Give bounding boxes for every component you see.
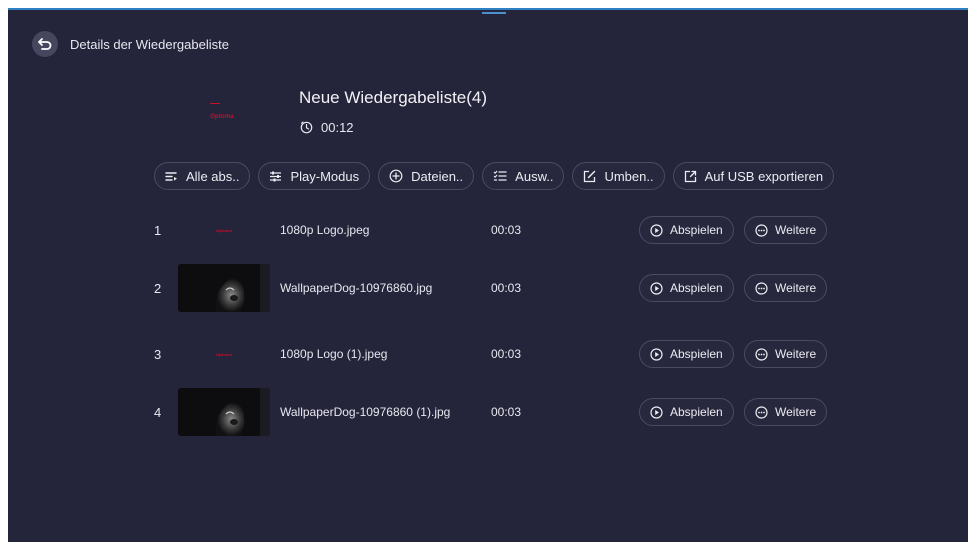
back-button[interactable] bbox=[32, 31, 58, 57]
more-circle-icon bbox=[755, 405, 768, 419]
export-icon bbox=[684, 170, 696, 182]
item-index: 3 bbox=[154, 347, 162, 362]
item-filename: WallpaperDog-10976860 (1).jpg bbox=[280, 405, 451, 419]
playlist-item[interactable]: 3 Optoma 1080p Logo (1).jpeg 00:03 Abspi… bbox=[8, 330, 968, 378]
item-index: 4 bbox=[154, 405, 162, 420]
top-indicator bbox=[482, 12, 506, 14]
play-circle-icon bbox=[650, 347, 663, 361]
playlist-thumbnail: Optoma bbox=[178, 90, 266, 136]
item-index: 2 bbox=[154, 281, 162, 296]
play-button[interactable]: Abspielen bbox=[639, 274, 734, 302]
more-button[interactable]: Weitere bbox=[744, 398, 828, 426]
item-duration: 00:03 bbox=[491, 223, 522, 237]
playlist-item[interactable]: 2 WallpaperDog-10976860.jpg 00:03 Abspie… bbox=[8, 264, 968, 312]
item-duration: 00:03 bbox=[491, 347, 522, 361]
more-circle-icon bbox=[755, 347, 768, 361]
item-filename: 1080p Logo (1).jpeg bbox=[280, 347, 388, 361]
action-toolbar: Alle abs.. Play-Modus Dateien.. Ausw.. U… bbox=[154, 162, 835, 190]
optoma-logo: Optoma bbox=[215, 227, 233, 233]
rename-button[interactable]: Umben.. bbox=[572, 162, 665, 190]
duration-value: 00:12 bbox=[321, 120, 354, 135]
item-duration: 00:03 bbox=[491, 281, 522, 295]
more-circle-icon bbox=[755, 223, 768, 237]
play-circle-icon bbox=[650, 405, 663, 419]
optoma-logo: Optoma bbox=[215, 351, 233, 357]
item-duration: 00:03 bbox=[491, 405, 522, 419]
play-circle-icon bbox=[650, 281, 663, 295]
item-filename: 1080p Logo.jpeg bbox=[280, 223, 370, 237]
play-mode-button[interactable]: Play-Modus bbox=[258, 162, 371, 190]
add-circle-icon bbox=[389, 169, 403, 183]
playlist-details-screen: Details der Wiedergabeliste Optoma Neue … bbox=[8, 8, 968, 542]
checklist-icon bbox=[493, 170, 507, 181]
sliders-icon bbox=[270, 171, 282, 181]
header: Details der Wiedergabeliste bbox=[32, 30, 229, 58]
play-button[interactable]: Abspielen bbox=[639, 340, 734, 368]
more-button[interactable]: Weitere bbox=[744, 274, 828, 302]
edit-icon bbox=[584, 170, 596, 182]
optoma-logo: Optoma bbox=[210, 114, 234, 120]
item-thumbnail: Optoma bbox=[178, 330, 270, 378]
add-files-button[interactable]: Dateien.. bbox=[378, 162, 475, 190]
item-thumbnail: Optoma bbox=[178, 206, 270, 254]
page-title: Details der Wiedergabeliste bbox=[70, 36, 229, 52]
more-button[interactable]: Weitere bbox=[744, 216, 828, 244]
playlist-title: Neue Wiedergabeliste(4) bbox=[299, 88, 488, 107]
playlist-item[interactable]: 4 WallpaperDog-10976860 (1).jpg 00:03 Ab… bbox=[8, 388, 968, 436]
item-filename: WallpaperDog-10976860.jpg bbox=[280, 281, 433, 295]
more-button[interactable]: Weitere bbox=[744, 340, 828, 368]
play-circle-icon bbox=[650, 223, 663, 237]
select-button[interactable]: Ausw.. bbox=[482, 162, 565, 190]
dog-image bbox=[178, 264, 270, 312]
item-thumbnail bbox=[178, 388, 270, 436]
more-circle-icon bbox=[755, 281, 768, 295]
play-button[interactable]: Abspielen bbox=[639, 216, 734, 244]
item-index: 1 bbox=[154, 223, 162, 238]
playlist-item[interactable]: 1 Optoma 1080p Logo.jpeg 00:03 Abspielen… bbox=[8, 206, 968, 254]
dog-image bbox=[178, 388, 270, 436]
select-all-icon bbox=[165, 171, 177, 181]
clock-icon bbox=[300, 121, 313, 134]
export-usb-button[interactable]: Auf USB exportieren bbox=[672, 162, 835, 190]
back-arrow-icon bbox=[38, 38, 52, 50]
play-button[interactable]: Abspielen bbox=[639, 398, 734, 426]
item-thumbnail bbox=[178, 264, 270, 312]
playlist-duration: 00:12 bbox=[300, 120, 354, 135]
select-all-button[interactable]: Alle abs.. bbox=[154, 162, 251, 190]
